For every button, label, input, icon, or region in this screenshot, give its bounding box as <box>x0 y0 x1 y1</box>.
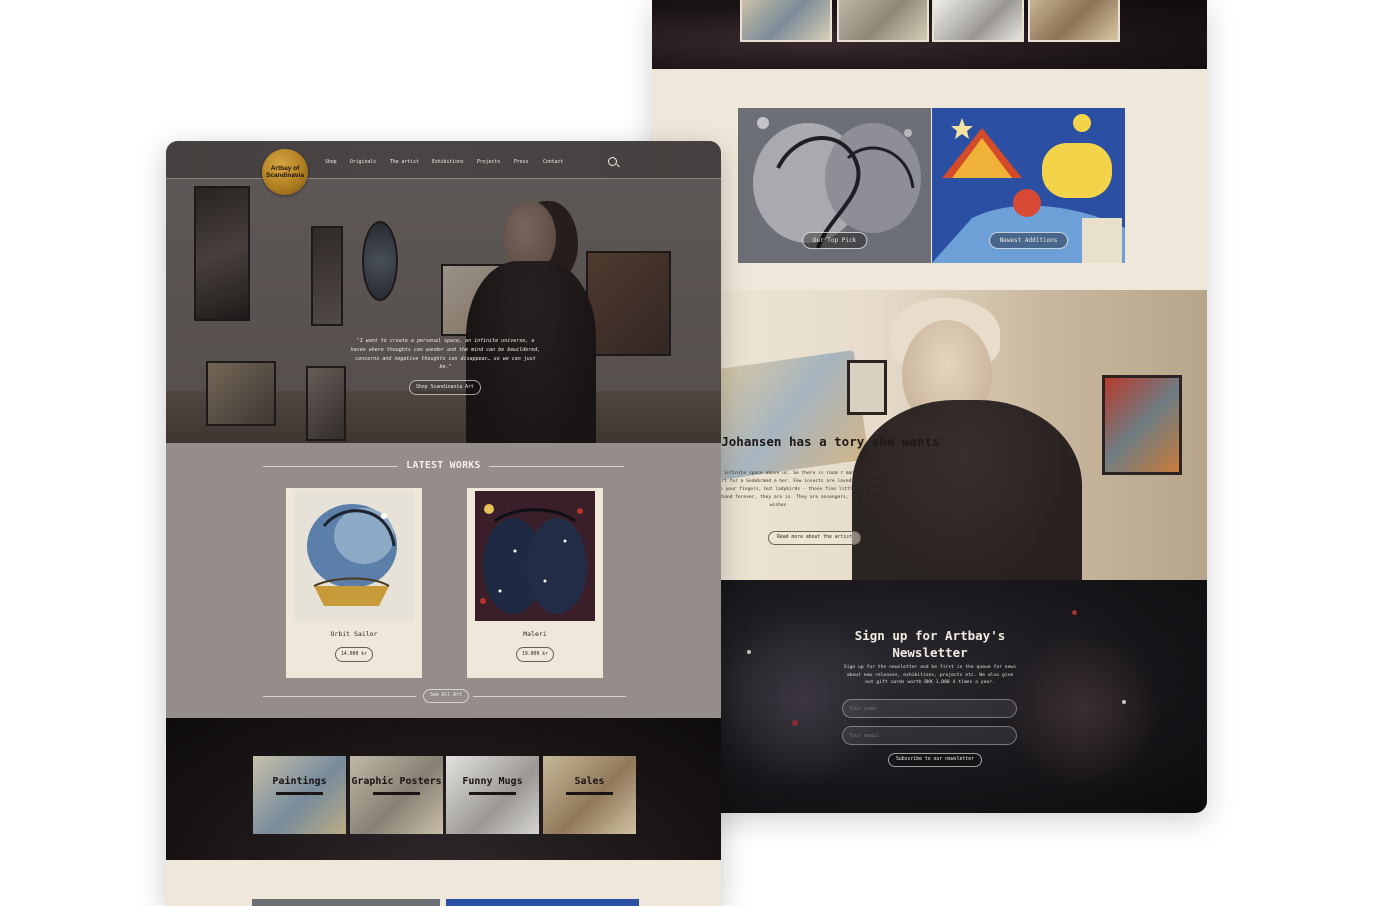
product-card[interactable]: Orbit Sailor 14.000 kr <box>286 488 422 678</box>
category-thumb[interactable] <box>932 0 1024 42</box>
product-image <box>294 491 414 621</box>
product-name: Orbit Sailor <box>330 630 378 638</box>
product-price[interactable]: 19.000 kr <box>516 647 554 662</box>
shop-button[interactable]: Shop Scandinavia Art <box>409 380 481 395</box>
category-strip-top <box>652 0 1207 69</box>
category-label: Paintings <box>272 776 327 787</box>
product-card[interactable]: Maleri 19.000 kr <box>467 488 603 678</box>
nav-the-artist[interactable]: The artist <box>390 160 419 165</box>
divider <box>489 466 624 467</box>
nav-projects[interactable]: Projects <box>477 160 500 165</box>
nav-exhibitions[interactable]: Exhibitions <box>432 160 464 165</box>
feature-strip-peek <box>166 860 721 906</box>
divider <box>473 696 626 697</box>
logo[interactable]: Artbay of Scandinavia <box>262 149 308 195</box>
front-page-screenshot: Shop Originals The artist Exhibitions Pr… <box>166 141 721 906</box>
subscribe-button[interactable]: Subscribe to our newsletter <box>888 753 982 767</box>
feature-top-pick[interactable]: Our Top Pick <box>738 108 931 263</box>
email-input[interactable] <box>842 726 1017 745</box>
nav-shop[interactable]: Shop <box>325 160 337 165</box>
nav-press[interactable]: Press <box>514 160 528 165</box>
wall-painting <box>1102 375 1182 475</box>
category-underline <box>566 792 613 795</box>
paint-splatter <box>792 720 798 726</box>
feature-newest-additions[interactable]: Newest Additions <box>932 108 1125 263</box>
latest-works-section: LATEST WORKS Orbit Sailor 14.000 kr Male… <box>166 443 721 718</box>
latest-works-title: LATEST WORKS <box>406 460 481 471</box>
top-nav: Shop Originals The artist Exhibitions Pr… <box>166 141 721 179</box>
hero-section: Shop Originals The artist Exhibitions Pr… <box>166 141 721 443</box>
hero-overlay <box>166 141 721 443</box>
category-underline <box>373 792 420 795</box>
hero-quote: "I want to create a personal space, an i… <box>350 338 541 371</box>
category-thumb[interactable] <box>1028 0 1120 42</box>
category-label: Funny Mugs <box>462 776 523 787</box>
category-underline <box>276 792 323 795</box>
name-input[interactable] <box>842 699 1017 718</box>
category-thumb[interactable] <box>837 0 929 42</box>
artist-story-section: nne Marie Johansen has a tory she wants … <box>652 290 1207 580</box>
back-page-screenshot: Our Top Pick Newest Additions nne Marie … <box>652 0 1207 813</box>
category-thumb[interactable] <box>740 0 832 42</box>
category-label: Graphic Posters <box>351 776 442 787</box>
newsletter-text: Sign up for the newsletter and be first … <box>843 665 1017 685</box>
wall-painting <box>847 360 887 415</box>
paint-splatter <box>1122 700 1126 704</box>
product-image <box>475 491 595 621</box>
nav-contact[interactable]: Contact <box>543 160 563 165</box>
product-price[interactable]: 14.000 kr <box>335 647 373 662</box>
feature-label: Newest Additions <box>988 232 1069 249</box>
feature-image-peek <box>252 899 440 906</box>
category-label: Sales <box>574 776 605 787</box>
feature-label: Our Top Pick <box>801 232 868 249</box>
feature-image-peek <box>446 899 639 906</box>
category-graphic-posters[interactable]: Graphic Posters <box>350 756 443 834</box>
paint-splatter <box>1072 610 1077 615</box>
category-sales[interactable]: Sales <box>543 756 636 834</box>
search-icon[interactable] <box>608 157 617 166</box>
paint-splatter <box>747 650 751 654</box>
category-funny-mugs[interactable]: Funny Mugs <box>446 756 539 834</box>
product-name: Maleri <box>523 630 547 638</box>
newsletter-section: Sign up for Artbay's Newsletter Sign up … <box>652 580 1207 813</box>
category-paintings[interactable]: Paintings <box>253 756 346 834</box>
read-more-button[interactable]: Read more about the artist <box>768 531 862 545</box>
category-underline <box>469 792 516 795</box>
newsletter-title: Sign up for Artbay's Newsletter <box>854 628 1006 660</box>
categories-section: Paintings Graphic Posters Funny Mugs Sal… <box>166 718 721 860</box>
divider <box>263 696 416 697</box>
see-all-art-button[interactable]: See All Art <box>423 689 469 703</box>
nav-originals[interactable]: Originals <box>350 160 376 165</box>
logo-text: Artbay of Scandinavia <box>266 165 304 179</box>
